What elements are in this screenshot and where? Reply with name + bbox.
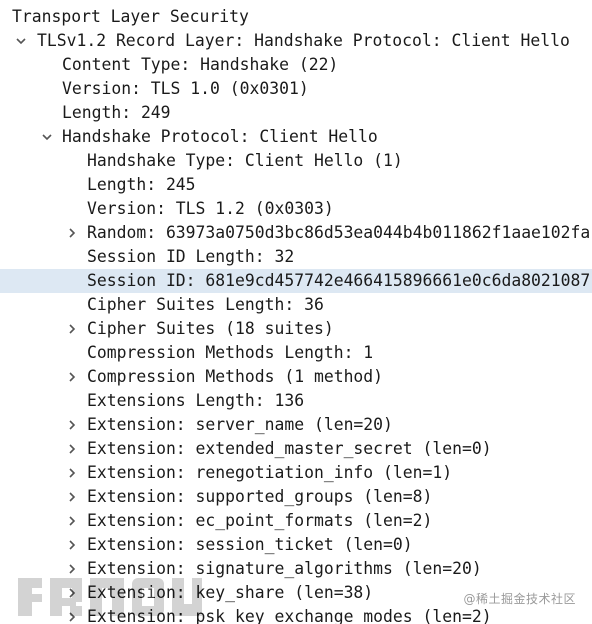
tree-row-label: Extension: key_share (len=38)	[87, 583, 374, 602]
tree-row-label: Session ID: 681e9cd457742e466415896661e0…	[87, 271, 591, 290]
tree-row-label: Compression Methods (1 method)	[87, 367, 384, 386]
tree-row[interactable]: Cipher Suites Length: 36	[0, 293, 592, 317]
tree-row[interactable]: Handshake Protocol: Client Hello	[0, 125, 592, 149]
tree-row[interactable]: Extension: psk_key_exchange_modes (len=2…	[0, 605, 592, 624]
chevron-right-icon[interactable]	[65, 365, 79, 389]
tree-row[interactable]: Extensions Length: 136	[0, 389, 592, 413]
chevron-right-icon[interactable]	[65, 557, 79, 581]
chevron-right-icon[interactable]	[65, 485, 79, 509]
tree-row-label: Handshake Type: Client Hello (1)	[87, 151, 403, 170]
chevron-right-icon[interactable]	[65, 581, 79, 605]
chevron-down-icon[interactable]	[14, 29, 28, 53]
tree-row[interactable]: Extension: supported_groups (len=8)	[0, 485, 592, 509]
tree-row[interactable]: Length: 245	[0, 173, 592, 197]
chevron-right-icon[interactable]	[65, 317, 79, 341]
clipped-previous-row	[30, 0, 590, 3]
tree-row[interactable]: Compression Methods (1 method)	[0, 365, 592, 389]
tree-row[interactable]: Random: 63973a0750d3bc86d53ea044b4b01186…	[0, 221, 592, 245]
tree-row[interactable]: Session ID Length: 32	[0, 245, 592, 269]
tree-row-label: Extension: session_ticket (len=0)	[87, 535, 413, 554]
tree-row[interactable]: Extension: key_share (len=38)	[0, 581, 592, 605]
tree-row-label: Transport Layer Security	[12, 7, 249, 26]
tree-row-label: Extension: ec_point_formats (len=2)	[87, 511, 433, 530]
tree-row-label: TLSv1.2 Record Layer: Handshake Protocol…	[37, 31, 570, 50]
tree-row[interactable]: TLSv1.2 Record Layer: Handshake Protocol…	[0, 29, 592, 53]
tree-row-selected[interactable]: Session ID: 681e9cd457742e466415896661e0…	[0, 269, 592, 293]
tree-row-label: Extension: supported_groups (len=8)	[87, 487, 433, 506]
chevron-right-icon[interactable]	[65, 437, 79, 461]
tree-row[interactable]: Content Type: Handshake (22)	[0, 53, 592, 77]
tree-row-label: Extensions Length: 136	[87, 391, 305, 410]
tree-row[interactable]: Extension: session_ticket (len=0)	[0, 533, 592, 557]
tree-row-label: Session ID Length: 32	[87, 247, 295, 266]
tree-row[interactable]: Extension: renegotiation_info (len=1)	[0, 461, 592, 485]
tree-row[interactable]: Cipher Suites (18 suites)	[0, 317, 592, 341]
tree-row-label: Extension: extended_master_secret (len=0…	[87, 439, 492, 458]
chevron-right-icon[interactable]	[65, 509, 79, 533]
tree-row-label: Random: 63973a0750d3bc86d53ea044b4b01186…	[87, 223, 591, 242]
chevron-right-icon[interactable]	[65, 533, 79, 557]
tree-row[interactable]: Compression Methods Length: 1	[0, 341, 592, 365]
chevron-down-icon[interactable]	[40, 125, 54, 149]
tree-row[interactable]: Version: TLS 1.0 (0x0301)	[0, 77, 592, 101]
tree-row-label: Extension: server_name (len=20)	[87, 415, 393, 434]
tree-row-label: Cipher Suites (18 suites)	[87, 319, 334, 338]
tree-row[interactable]: Extension: signature_algorithms (len=20)	[0, 557, 592, 581]
tree-row[interactable]: Extension: ec_point_formats (len=2)	[0, 509, 592, 533]
tree-row[interactable]: Transport Layer Security	[0, 5, 592, 29]
chevron-right-icon[interactable]	[65, 221, 79, 245]
tree-row[interactable]: Extension: server_name (len=20)	[0, 413, 592, 437]
tree-row[interactable]: Length: 249	[0, 101, 592, 125]
tree-row-label: Extension: signature_algorithms (len=20)	[87, 559, 482, 578]
tree-row-label: Handshake Protocol: Client Hello	[62, 127, 378, 146]
chevron-right-icon[interactable]	[65, 605, 79, 624]
chevron-right-icon[interactable]	[65, 413, 79, 437]
packet-details-tree: Transport Layer Security TLSv1.2 Record L…	[0, 0, 592, 624]
tree-row-label: Version: TLS 1.2 (0x0303)	[87, 199, 334, 218]
tree-row-label: Length: 245	[87, 175, 196, 194]
tree-row-label: Compression Methods Length: 1	[87, 343, 374, 362]
tree-row-label: Extension: renegotiation_info (len=1)	[87, 463, 453, 482]
tree-row-label: Extension: psk_key_exchange_modes (len=2…	[87, 607, 492, 624]
tree-row[interactable]: Extension: extended_master_secret (len=0…	[0, 437, 592, 461]
tree-row[interactable]: Handshake Type: Client Hello (1)	[0, 149, 592, 173]
tree-row-label: Length: 249	[62, 103, 171, 122]
chevron-right-icon[interactable]	[65, 461, 79, 485]
tree-row-label: Content Type: Handshake (22)	[62, 55, 339, 74]
tree-row-label: Version: TLS 1.0 (0x0301)	[62, 79, 309, 98]
tree-row-label: Cipher Suites Length: 36	[87, 295, 324, 314]
tree-row[interactable]: Version: TLS 1.2 (0x0303)	[0, 197, 592, 221]
